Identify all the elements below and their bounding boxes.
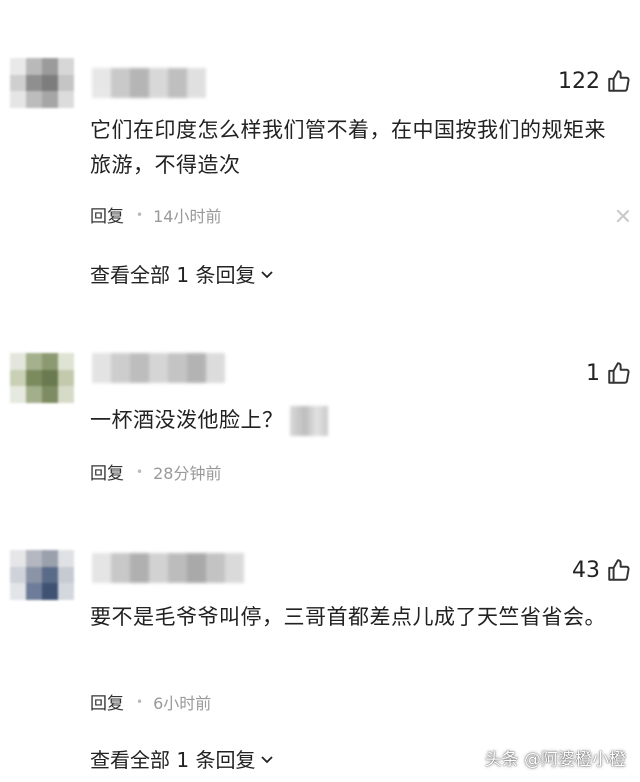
view-replies-label: 查看全部 1 条回复 — [90, 263, 256, 287]
comment-meta: 回复 • 28分钟前 — [90, 459, 222, 485]
thumbs-up-icon[interactable] — [606, 68, 632, 94]
chevron-down-icon — [261, 270, 274, 278]
comment-meta: 回复 • 6小时前 — [90, 689, 212, 715]
comment-text: 一杯酒没泼他脸上？ — [90, 403, 610, 438]
thumbs-up-icon[interactable] — [606, 557, 632, 583]
timestamp: 28分钟前 — [153, 463, 222, 483]
like-count-value: 1 — [586, 360, 600, 386]
comment-meta: 回复 • 14小时前 — [90, 202, 222, 228]
close-icon[interactable] — [616, 209, 630, 223]
separator-dot: • — [136, 694, 144, 709]
comment-text: 要不是毛爷爷叫停，三哥首都差点儿成了天竺省省会。 — [90, 605, 606, 629]
timestamp: 6小时前 — [153, 693, 212, 713]
reply-button[interactable]: 回复 — [90, 689, 124, 714]
like-count[interactable]: 43 — [572, 557, 632, 583]
like-count-value: 122 — [558, 68, 600, 94]
avatar[interactable] — [10, 353, 74, 404]
view-replies-label: 查看全部 1 条回复 — [90, 748, 256, 772]
reply-button[interactable]: 回复 — [90, 459, 124, 484]
blurred-emoji-icon — [289, 406, 328, 436]
like-count[interactable]: 1 — [586, 360, 632, 386]
watermark: 头条 @阿婆橙小橙 — [484, 750, 626, 770]
separator-dot: • — [136, 464, 144, 479]
username-blurred[interactable] — [92, 353, 225, 383]
comment-text-body: 一杯酒没泼他脸上？ — [90, 408, 284, 432]
separator-dot: • — [136, 207, 144, 222]
view-replies-button[interactable]: 查看全部 1 条回复 — [90, 744, 275, 773]
username-blurred[interactable] — [92, 553, 244, 583]
avatar[interactable] — [10, 58, 74, 109]
comment-text: 它们在印度怎么样我们管不着，在中国按我们的规矩来旅游，不得造次 — [90, 118, 606, 177]
reply-button[interactable]: 回复 — [90, 202, 124, 227]
like-count-value: 43 — [572, 557, 600, 583]
view-replies-button[interactable]: 查看全部 1 条回复 — [90, 259, 275, 288]
username-blurred[interactable] — [92, 68, 206, 98]
chevron-down-icon — [261, 755, 274, 763]
avatar[interactable] — [10, 550, 74, 601]
like-count[interactable]: 122 — [558, 68, 632, 94]
timestamp: 14小时前 — [153, 206, 222, 226]
thumbs-up-icon[interactable] — [606, 360, 632, 386]
